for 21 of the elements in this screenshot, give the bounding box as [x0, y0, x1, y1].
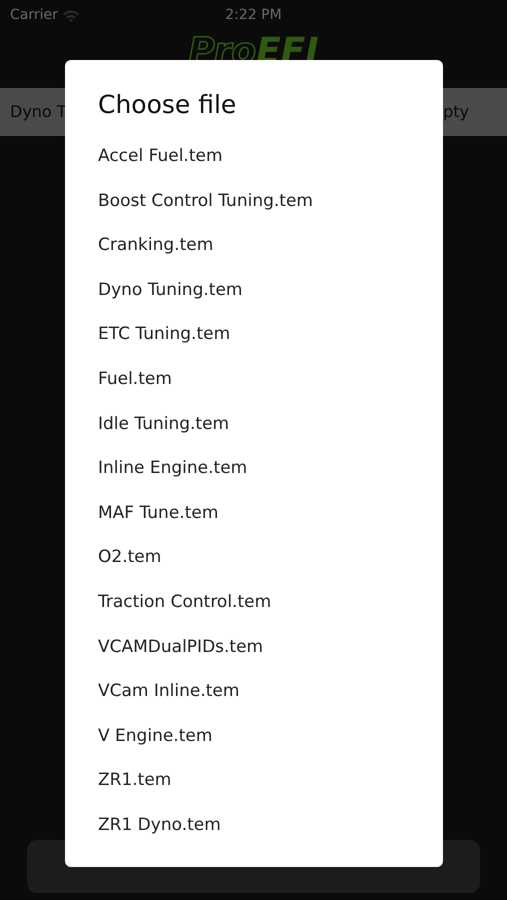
file-item[interactable]: Fuel.tem — [98, 356, 172, 402]
file-item[interactable]: Accel Fuel.tem — [98, 134, 223, 179]
status-label: pty — [443, 101, 469, 123]
file-item[interactable]: ZR1 Dyno.tem — [98, 802, 221, 848]
file-item[interactable]: Idle Tuning.tem — [98, 402, 230, 446]
file-item[interactable]: MAF Tune.tem — [98, 490, 218, 536]
file-item[interactable]: O2.tem — [98, 535, 162, 580]
file-item[interactable]: Boost Control Tuning.tem — [98, 178, 313, 224]
file-item[interactable]: ZR1.tem — [98, 758, 172, 803]
dialog-title: Choose file — [98, 90, 238, 120]
file-item[interactable]: Dyno Tuning.tem — [98, 268, 242, 312]
carrier-label: Carrier — [10, 6, 58, 24]
file-item[interactable]: Traction Control.tem — [98, 580, 272, 625]
file-item[interactable]: Inline Engine.tem — [98, 446, 248, 491]
file-item[interactable]: Cranking.tem — [98, 223, 214, 268]
wifi-icon — [62, 8, 80, 22]
file-item[interactable]: VCam Inline.tem — [98, 669, 240, 714]
file-item[interactable]: VCAMDualPIDs.tem — [98, 624, 264, 670]
file-item[interactable]: V Engine.tem — [98, 714, 212, 758]
file-item[interactable]: ETC Tuning.tem — [98, 312, 230, 357]
clock: 2:22 PM — [224, 6, 283, 24]
